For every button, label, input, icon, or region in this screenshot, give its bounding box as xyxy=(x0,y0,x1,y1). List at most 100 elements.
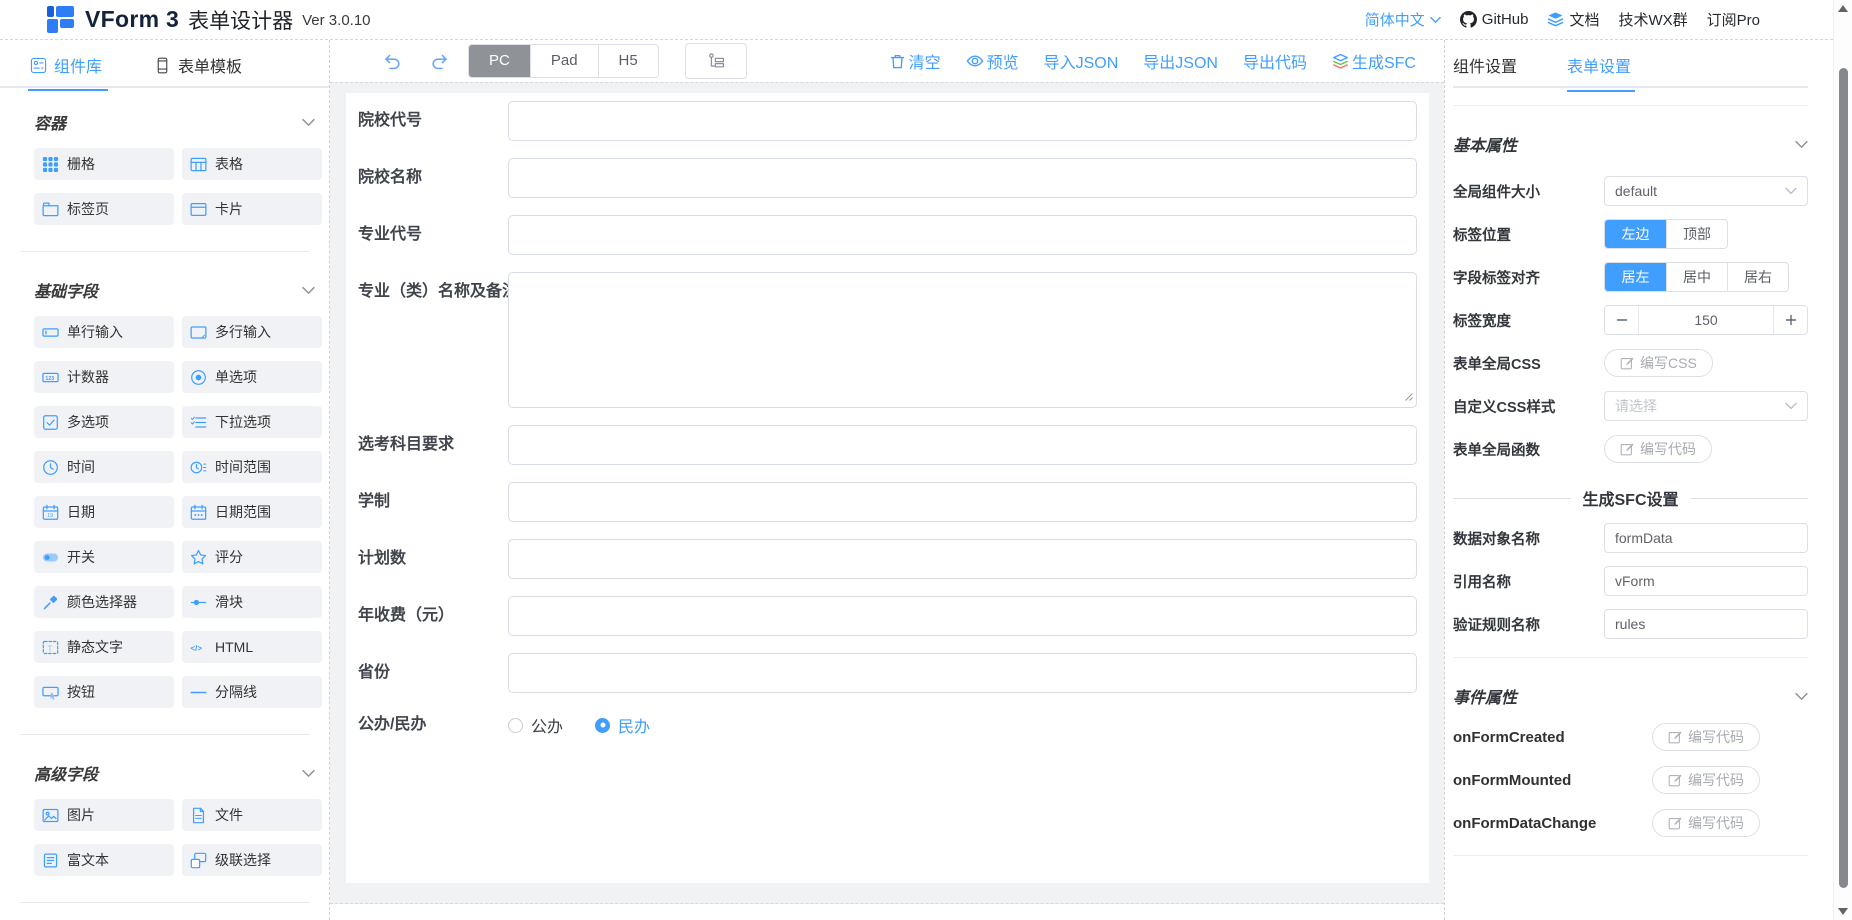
widget-item-divider[interactable]: 分隔线 xyxy=(182,676,322,708)
toolbar-action-generate-sfc[interactable]: 生成SFC xyxy=(1332,49,1416,73)
field-input-province[interactable] xyxy=(508,653,1417,693)
section-header[interactable]: 容器 xyxy=(34,110,315,134)
widget-item-date-range[interactable]: 日期范围 xyxy=(182,496,322,528)
header-link-github[interactable]: GitHub xyxy=(1460,11,1529,28)
label-align-option-0[interactable]: 居左 xyxy=(1605,263,1666,291)
scrollbar-thumb[interactable] xyxy=(1839,68,1848,888)
increment-button[interactable] xyxy=(1773,306,1807,334)
header-link-docs[interactable]: 文档 xyxy=(1547,9,1599,30)
widget-item-counter[interactable]: 123计数器 xyxy=(34,361,174,393)
field-input-subject-requirement[interactable] xyxy=(508,425,1417,465)
onFormDataChange-edit-button[interactable]: 编写代码 xyxy=(1652,809,1760,837)
basic-props-header[interactable]: 基本属性 xyxy=(1453,132,1808,156)
widget-item-dropdown[interactable]: 下拉选项 xyxy=(182,406,322,438)
widget-item-grid[interactable]: 栅格 xyxy=(34,148,174,180)
widget-item-radio-option[interactable]: 单选项 xyxy=(182,361,322,393)
radio-option[interactable]: 公办 xyxy=(508,713,563,737)
section-header[interactable]: 高级字段 xyxy=(34,761,315,785)
widget-item-picture[interactable]: 图片 xyxy=(34,799,174,831)
section-header[interactable]: 基础字段 xyxy=(34,278,315,302)
widget-item-static-text[interactable]: T静态文字 xyxy=(34,631,174,663)
toolbar-action-export-json[interactable]: 导出JSON xyxy=(1143,49,1218,73)
scroll-up-arrow-icon[interactable] xyxy=(1838,5,1848,12)
radio-option[interactable]: 民办 xyxy=(595,713,650,737)
field-input-major-code[interactable] xyxy=(508,215,1417,255)
device-toggle-pad[interactable]: Pad xyxy=(530,45,598,77)
field-textarea-major-name-remark[interactable] xyxy=(508,272,1417,408)
sidebar-tab-form-template[interactable]: 表单模板 xyxy=(152,53,248,89)
field-input-college-code[interactable] xyxy=(508,101,1417,141)
event-props-header[interactable]: 事件属性 xyxy=(1453,684,1808,708)
page-scrollbar[interactable] xyxy=(1833,0,1852,920)
widget-item-switch[interactable]: 开关 xyxy=(34,541,174,573)
device-toggle-h5[interactable]: H5 xyxy=(598,45,658,77)
custom-css-class-select[interactable]: 请选择 xyxy=(1604,391,1808,421)
widget-item-multiline-input[interactable]: 多行输入 xyxy=(182,316,322,348)
widget-item-html[interactable]: </>HTML xyxy=(182,631,322,663)
label-position-option-0[interactable]: 左边 xyxy=(1605,220,1666,248)
radio-option-icon xyxy=(190,369,207,386)
sidebar-tabs: 组件库 表单模板 xyxy=(0,40,329,88)
toolbar-actions: 清空 预览 导入JSON 导出JSON 导出代码 生成SFC xyxy=(889,49,1416,73)
widget-item-color-picker[interactable]: 颜色选择器 xyxy=(34,586,174,618)
docs-icon xyxy=(1547,11,1564,28)
data-object-name-input[interactable]: formData xyxy=(1604,523,1808,553)
label-position-option-1[interactable]: 顶部 xyxy=(1666,220,1727,248)
multiline-input-icon xyxy=(190,324,207,341)
sidebar-tab-widget-library[interactable]: 组件库 xyxy=(28,53,108,89)
undo-button[interactable] xyxy=(382,51,402,71)
panel-tab-0[interactable]: 组件设置 xyxy=(1453,53,1521,90)
field-input-plan-count[interactable] xyxy=(508,539,1417,579)
onFormCreated-edit-button[interactable]: 编写代码 xyxy=(1652,723,1760,751)
widget-item-card[interactable]: 卡片 xyxy=(182,193,322,225)
field-input-annual-fee[interactable] xyxy=(508,596,1417,636)
widget-item-slider[interactable]: 滑块 xyxy=(182,586,322,618)
section-divider xyxy=(20,902,309,903)
widget-item-button[interactable]: 按钮 xyxy=(34,676,174,708)
header-link-订阅Pro[interactable]: 订阅Pro xyxy=(1707,9,1760,30)
widget-item-time[interactable]: 时间 xyxy=(34,451,174,483)
toolbar-action-preview[interactable]: 预览 xyxy=(966,49,1019,73)
field-input-college-name[interactable] xyxy=(508,158,1417,198)
global-functions-edit-button[interactable]: 编写代码 xyxy=(1604,435,1712,463)
edit-icon xyxy=(1620,442,1634,456)
resize-handle-icon[interactable] xyxy=(1404,389,1414,405)
widget-item-single-input[interactable]: 单行输入 xyxy=(34,316,174,348)
ref-name-input[interactable]: vForm xyxy=(1604,566,1808,596)
onFormMounted-edit-button[interactable]: 编写代码 xyxy=(1652,766,1760,794)
form-canvas[interactable]: 院校代号院校名称专业代号专业（类）名称及备注选考科目要求学制计划数年收费（元）省… xyxy=(346,93,1429,883)
widget-item-time-range[interactable]: 时间范围 xyxy=(182,451,322,483)
label-align-option-2[interactable]: 居右 xyxy=(1727,263,1788,291)
chevron-down-gray-icon xyxy=(1795,140,1808,149)
widget-item-table[interactable]: 表格 xyxy=(182,148,322,180)
widget-item-tab-page[interactable]: 标签页 xyxy=(34,193,174,225)
language-switcher[interactable]: 简体中文 xyxy=(1365,9,1441,30)
global-widget-size-select[interactable]: default xyxy=(1604,176,1808,206)
scroll-down-arrow-icon[interactable] xyxy=(1838,908,1848,915)
widget-library-icon xyxy=(30,57,47,74)
toolbar-action-import-json[interactable]: 导入JSON xyxy=(1044,49,1119,73)
widget-item-rate[interactable]: 评分 xyxy=(182,541,322,573)
sfc-settings-divider: 生成SFC设置 xyxy=(1453,486,1808,510)
label-align-option-1[interactable]: 居中 xyxy=(1666,263,1727,291)
header-link-技术WX群[interactable]: 技术WX群 xyxy=(1618,9,1687,30)
node-tree-button[interactable] xyxy=(685,43,747,79)
widget-item-cascader[interactable]: 级联选择 xyxy=(182,844,322,876)
field-label: 学制 xyxy=(358,482,508,522)
rules-name-input[interactable]: rules xyxy=(1604,609,1808,639)
device-toggle-pc[interactable]: PC xyxy=(469,45,530,77)
widget-item-file[interactable]: 文件 xyxy=(182,799,322,831)
field-label: 省份 xyxy=(358,653,508,693)
chevron-down-icon xyxy=(1430,16,1441,24)
widget-item-checkbox-option[interactable]: 多选项 xyxy=(34,406,174,438)
toolbar-action-clear[interactable]: 清空 xyxy=(889,49,941,73)
decrement-button[interactable] xyxy=(1605,306,1639,334)
field-input-study-years[interactable] xyxy=(508,482,1417,522)
widget-item-date[interactable]: 19日期 xyxy=(34,496,174,528)
panel-row-custom-css-class: 自定义CSS样式请选择 xyxy=(1453,391,1808,421)
panel-tab-1[interactable]: 表单设置 xyxy=(1567,53,1635,90)
widget-item-rich-text[interactable]: 富文本 xyxy=(34,844,174,876)
redo-button[interactable] xyxy=(430,51,450,71)
global-css-edit-button[interactable]: 编写CSS xyxy=(1604,349,1713,377)
toolbar-action-export-code[interactable]: 导出代码 xyxy=(1243,49,1307,73)
